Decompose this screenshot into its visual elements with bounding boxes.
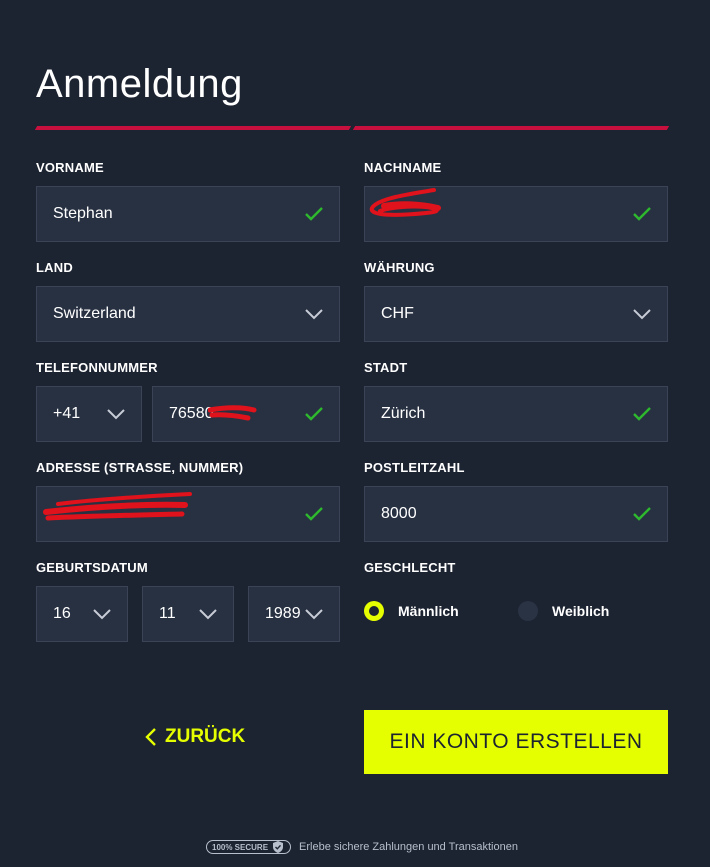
chevron-down-icon — [107, 409, 125, 420]
stadt-field[interactable]: Zürich — [364, 386, 668, 442]
chevron-down-icon — [199, 609, 217, 620]
check-icon — [633, 507, 651, 521]
telefon-number-value: 76580 — [169, 405, 214, 422]
chevron-left-icon — [145, 728, 156, 746]
birth-year-value: 1989 — [265, 605, 301, 622]
plz-label: POSTLEITZAHL — [364, 460, 465, 475]
telefon-label: TELEFONNUMMER — [36, 360, 158, 375]
plz-value: 8000 — [381, 505, 417, 522]
geburtsdatum-label: GEBURTSDATUM — [36, 560, 148, 575]
check-icon — [633, 407, 651, 421]
stadt-label: STADT — [364, 360, 408, 375]
nachname-field[interactable] — [364, 186, 668, 242]
telefon-number-input[interactable]: 76580 — [152, 386, 340, 442]
birth-month-select[interactable]: 11 — [142, 586, 234, 642]
shield-check-icon — [273, 841, 284, 853]
adresse-field[interactable] — [36, 486, 340, 542]
create-account-button[interactable]: EIN KONTO ERSTELLEN — [364, 710, 668, 774]
plz-field[interactable]: 8000 — [364, 486, 668, 542]
land-value: Switzerland — [53, 305, 136, 322]
progress-step-2 — [352, 126, 670, 130]
check-icon — [305, 407, 323, 421]
gender-radio-weiblich[interactable]: Weiblich — [518, 601, 609, 621]
check-icon — [633, 207, 651, 221]
gender-radio-maennlich[interactable]: Männlich — [364, 601, 459, 621]
gender-label-weiblich: Weiblich — [552, 603, 610, 619]
check-icon — [305, 507, 323, 521]
land-label: LAND — [36, 260, 73, 275]
radio-unselected-icon — [518, 601, 538, 621]
chevron-down-icon — [305, 609, 323, 620]
adresse-label: ADRESSE (STRASSE, NUMMER) — [36, 460, 244, 475]
waehrung-label: WÄHRUNG — [364, 260, 435, 275]
vorname-label: VORNAME — [36, 160, 104, 175]
chevron-down-icon — [633, 309, 651, 320]
telefon-prefix-select[interactable]: +41 — [36, 386, 142, 442]
vorname-field[interactable]: Stephan — [36, 186, 340, 242]
land-select[interactable]: Switzerland — [36, 286, 340, 342]
geschlecht-label: GESCHLECHT — [364, 560, 456, 575]
waehrung-select[interactable]: CHF — [364, 286, 668, 342]
secure-badge: 100% SECURE — [206, 840, 292, 854]
chevron-down-icon — [93, 609, 111, 620]
birth-month-value: 11 — [159, 605, 176, 622]
stadt-value: Zürich — [381, 405, 426, 422]
telefon-prefix-value: +41 — [53, 405, 81, 422]
birth-day-value: 16 — [53, 605, 71, 622]
back-button[interactable]: ZURÜCK — [145, 726, 245, 748]
vorname-value: Stephan — [53, 205, 113, 222]
page-title: Anmeldung — [36, 62, 243, 106]
progress-step-1 — [34, 126, 352, 130]
gender-label-maennlich: Männlich — [398, 603, 459, 619]
birth-day-select[interactable]: 16 — [36, 586, 128, 642]
birth-year-select[interactable]: 1989 — [248, 586, 340, 642]
chevron-down-icon — [305, 309, 323, 320]
check-icon — [305, 207, 323, 221]
footer-text: Erlebe sichere Zahlungen und Transaktion… — [299, 841, 518, 853]
radio-selected-icon — [364, 601, 384, 621]
secure-badge-text: 100% SECURE — [212, 842, 269, 852]
waehrung-value: CHF — [381, 305, 414, 322]
security-footer: 100% SECURE Erlebe sichere Zahlungen und… — [206, 840, 518, 854]
nachname-label: NACHNAME — [364, 160, 442, 175]
back-button-label: ZURÜCK — [165, 726, 246, 747]
